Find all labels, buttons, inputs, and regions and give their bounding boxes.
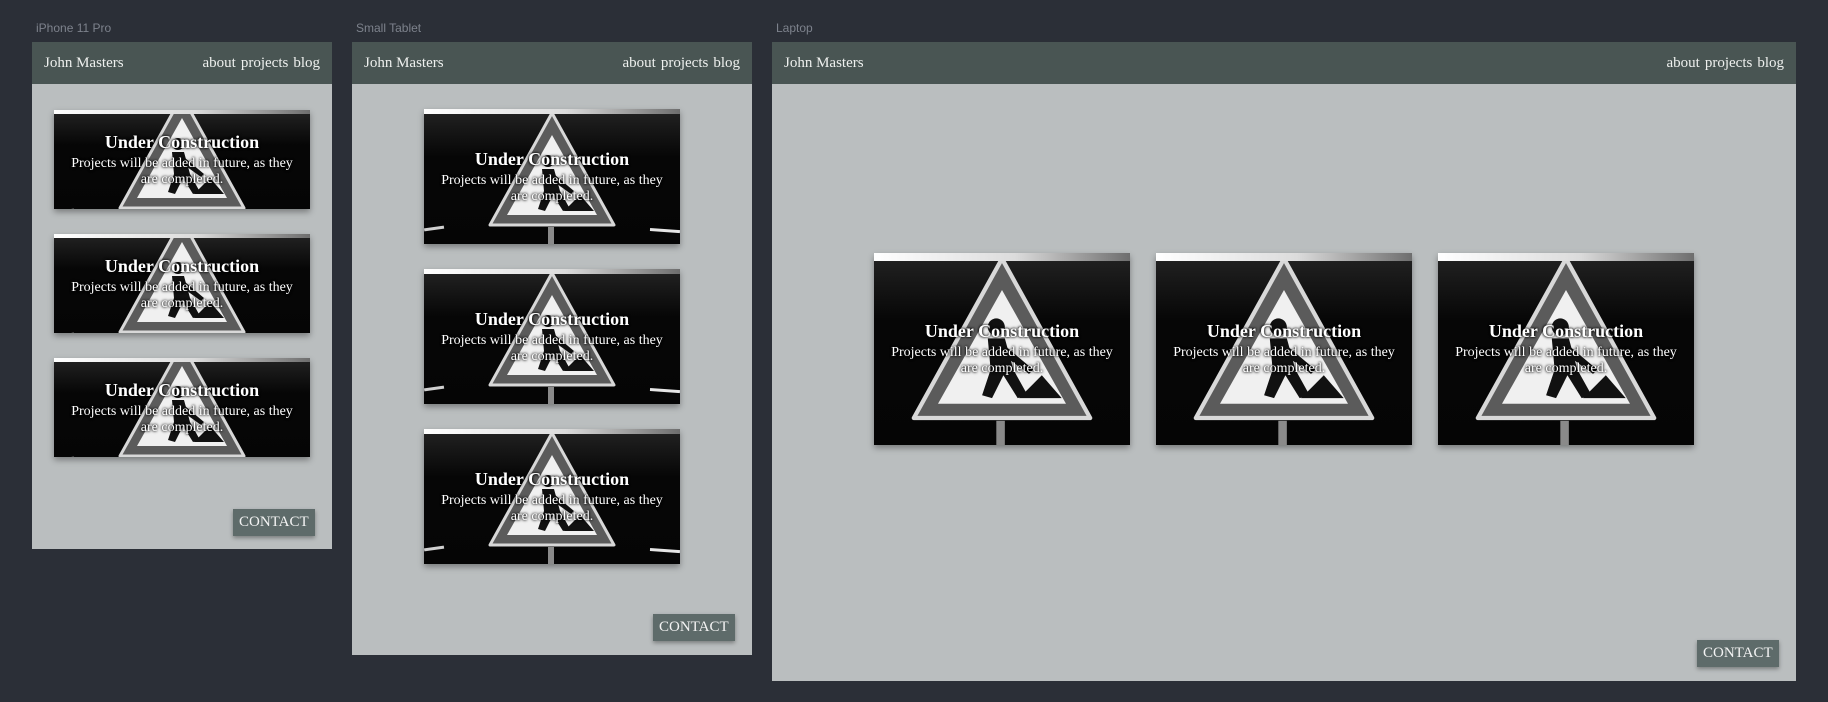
site-name[interactable]: John Masters	[44, 55, 124, 72]
nav-links: about projects blog	[623, 55, 740, 72]
nav-projects-link[interactable]: projects	[1705, 55, 1752, 72]
navbar: John Masters about projects blog	[352, 42, 752, 84]
nav-about-link[interactable]: about	[623, 55, 656, 72]
card-description: Projects will be added in future, as the…	[891, 345, 1113, 376]
nav-links: about projects blog	[1667, 55, 1784, 72]
contact-button[interactable]: CONTACT	[653, 614, 735, 641]
tablet-frame: John Masters about projects blog Under C…	[352, 42, 752, 655]
site-name[interactable]: John Masters	[784, 55, 864, 72]
nav-about-link[interactable]: about	[203, 55, 236, 72]
card-title: Under Construction	[1206, 321, 1362, 341]
laptop-frame: John Masters about projects blog Under C…	[772, 42, 1796, 681]
nav-projects-link[interactable]: projects	[661, 55, 708, 72]
card-image-highlight	[54, 358, 310, 362]
card-image-highlight	[54, 234, 310, 238]
card-image-highlight	[54, 110, 310, 114]
site-name[interactable]: John Masters	[364, 55, 444, 72]
card-image-highlight	[1156, 253, 1412, 261]
project-card[interactable]: Under Construction Projects will be added…	[1156, 253, 1412, 445]
nav-blog-link[interactable]: blog	[293, 55, 320, 72]
nav-links: about projects blog	[203, 55, 320, 72]
card-title: Under Construction	[104, 380, 260, 400]
iphone-frame-label: iPhone 11 Pro	[36, 21, 112, 35]
card-description: Projects will be added in future, as the…	[441, 173, 663, 204]
project-card[interactable]: Under Construction Projects will be added…	[1438, 253, 1694, 445]
card-description: Projects will be added in future, as the…	[1455, 345, 1677, 376]
card-description: Projects will be added in future, as the…	[441, 493, 663, 524]
tablet-frame-label: Small Tablet	[356, 21, 422, 35]
project-card[interactable]: Under Construction Projects will be added…	[424, 269, 680, 404]
card-title: Under Construction	[104, 132, 260, 152]
nav-about-link[interactable]: about	[1667, 55, 1700, 72]
card-title: Under Construction	[474, 309, 630, 329]
project-card[interactable]: Under Construction Projects will be added…	[424, 429, 680, 564]
navbar: John Masters about projects blog	[32, 42, 332, 84]
card-image-highlight	[424, 269, 680, 275]
card-description: Projects will be added in future, as the…	[1173, 345, 1395, 376]
project-card[interactable]: Under Construction Projects will be added…	[54, 110, 310, 209]
project-card[interactable]: Under Construction Projects will be added…	[424, 109, 680, 244]
card-description: Projects will be added in future, as the…	[441, 333, 663, 364]
card-image-highlight	[424, 109, 680, 115]
card-image-highlight	[874, 253, 1130, 261]
card-description: Projects will be added in future, as the…	[71, 404, 293, 435]
navbar: John Masters about projects blog	[772, 42, 1796, 84]
iphone-frame: John Masters about projects blog Under C…	[32, 42, 332, 549]
project-card[interactable]: Under Construction Projects will be added…	[54, 358, 310, 457]
card-image-highlight	[424, 429, 680, 435]
card-title: Under Construction	[104, 256, 260, 276]
nav-blog-link[interactable]: blog	[713, 55, 740, 72]
laptop-frame-label: Laptop	[776, 21, 813, 35]
nav-projects-link[interactable]: projects	[241, 55, 288, 72]
nav-blog-link[interactable]: blog	[1757, 55, 1784, 72]
card-title: Under Construction	[474, 149, 630, 169]
contact-button[interactable]: CONTACT	[233, 509, 315, 536]
contact-button[interactable]: CONTACT	[1697, 640, 1779, 667]
card-title: Under Construction	[924, 321, 1080, 341]
card-description: Projects will be added in future, as the…	[71, 280, 293, 311]
card-title: Under Construction	[474, 469, 630, 489]
card-title: Under Construction	[1488, 321, 1644, 341]
project-card[interactable]: Under Construction Projects will be added…	[54, 234, 310, 333]
card-description: Projects will be added in future, as the…	[71, 156, 293, 187]
card-image-highlight	[1438, 253, 1694, 261]
project-card[interactable]: Under Construction Projects will be added…	[874, 253, 1130, 445]
